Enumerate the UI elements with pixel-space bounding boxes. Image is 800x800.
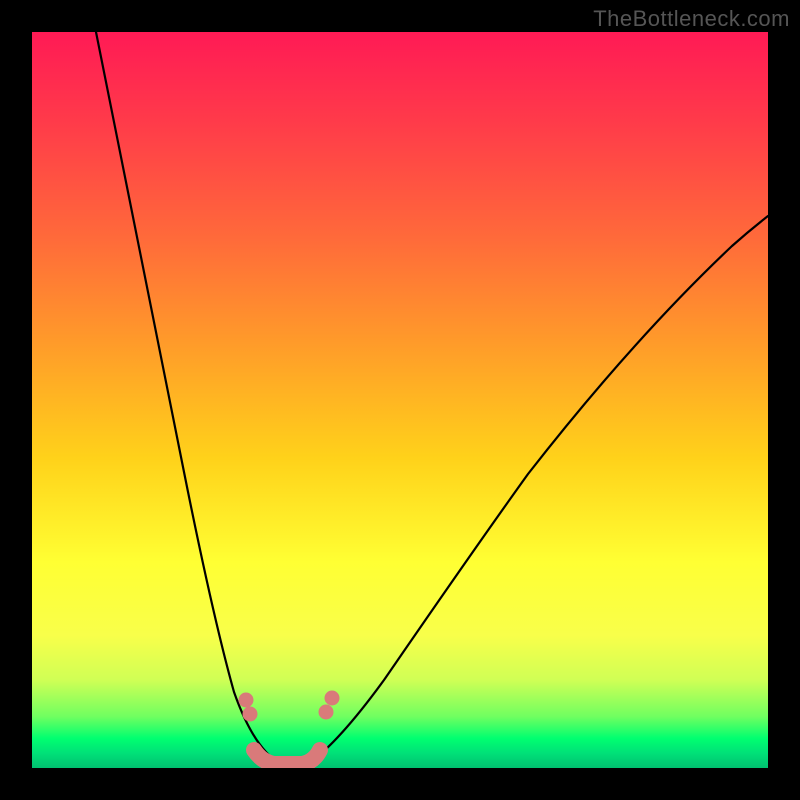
curve-right: [308, 216, 768, 764]
marker-dot: [239, 693, 253, 707]
marker-dot: [243, 707, 257, 721]
chart-plot-area: [32, 32, 768, 768]
marker-track: [254, 750, 320, 764]
curve-left: [96, 32, 280, 764]
bottleneck-curve: [32, 32, 768, 768]
watermark-text: TheBottleneck.com: [593, 6, 790, 32]
marker-dot: [325, 691, 339, 705]
marker-dot: [319, 705, 333, 719]
